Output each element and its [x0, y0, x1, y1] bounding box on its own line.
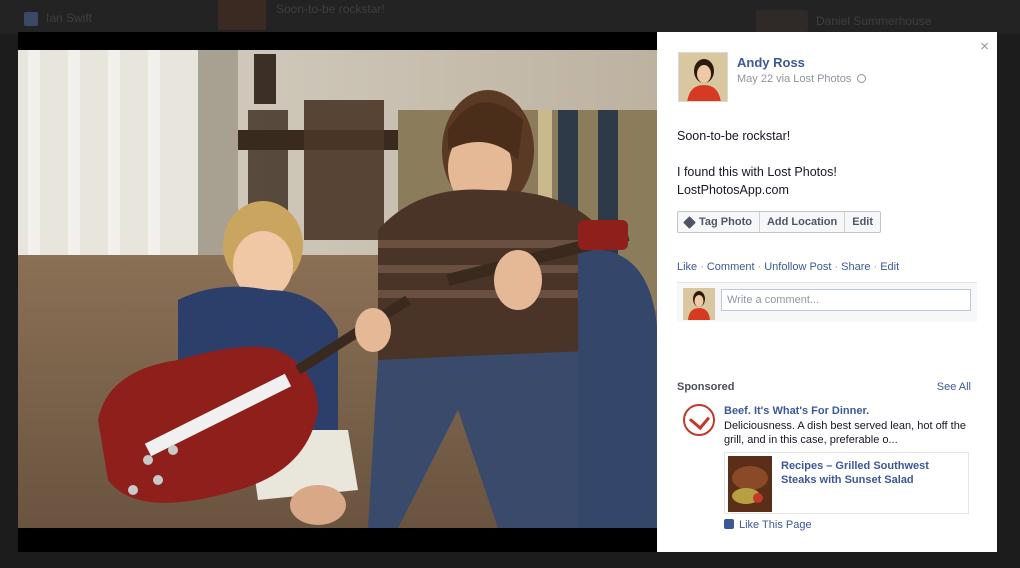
unfollow-post-link[interactable]: Unfollow Post	[764, 261, 831, 273]
photo-action-buttons: Tag Photo Add Location Edit	[677, 211, 882, 233]
tag-photo-button[interactable]: Tag Photo	[678, 212, 760, 232]
beef-logo-icon[interactable]	[683, 404, 715, 436]
comment-input[interactable]: Write a comment...	[721, 289, 971, 311]
add-location-button[interactable]: Add Location	[760, 212, 846, 232]
share-link[interactable]: Share	[841, 261, 870, 273]
background-right-name: Daniel Summerhouse	[816, 14, 932, 28]
edit-link[interactable]: Edit	[880, 261, 899, 273]
tag-photo-label: Tag Photo	[699, 216, 752, 228]
post-caption: Soon-to-be rockstar!	[677, 129, 791, 143]
steak-image	[728, 456, 772, 512]
comment-link[interactable]: Comment	[707, 261, 755, 273]
tag-icon	[683, 215, 696, 229]
commenter-avatar	[683, 288, 715, 320]
post-meta: May 22 via Lost Photos	[737, 73, 867, 85]
separator: ·	[757, 261, 762, 273]
photo-image	[18, 50, 658, 528]
ad-card-link[interactable]: Recipes – Grilled Southwest Steaks with …	[781, 459, 961, 487]
avatar-image	[679, 53, 727, 101]
background-thumbnail	[218, 0, 266, 30]
post-line-found: I found this with Lost Photos!	[677, 165, 837, 179]
comment-box: Write a comment...	[677, 282, 977, 322]
ad-card-image[interactable]	[728, 456, 772, 512]
see-all-link[interactable]: See All	[937, 381, 971, 393]
ad-card[interactable]: Recipes – Grilled Southwest Steaks with …	[724, 452, 969, 514]
background-feed-text: Soon-to-be rockstar!	[276, 2, 385, 16]
like-link[interactable]: Like	[677, 261, 697, 273]
separator: ·	[700, 261, 704, 273]
like-page-label: Like This Page	[739, 519, 812, 531]
post-line-url[interactable]: LostPhotosApp.com	[677, 181, 977, 199]
author-name-link[interactable]: Andy Ross	[737, 55, 805, 70]
thumbs-up-icon	[724, 519, 734, 529]
commenter-avatar-image	[683, 288, 715, 320]
separator: ·	[873, 261, 878, 273]
ad-body: Deliciousness. A dish best served lean, …	[724, 420, 966, 446]
main-photo[interactable]	[18, 50, 658, 528]
ad-title-link[interactable]: Beef. It's What's For Dinner.	[724, 405, 869, 417]
post-date-source[interactable]: May 22 via Lost Photos	[737, 73, 851, 85]
post-actions: Like · Comment · Unfollow Post · Share · Edit	[677, 261, 899, 273]
globe-icon[interactable]	[857, 74, 867, 83]
background-avatar	[756, 10, 808, 32]
photo-side-panel: × Andy Ross May 22 via Lost Photos Soon-…	[657, 32, 997, 552]
separator: ·	[834, 261, 839, 273]
background-nav-label: Ian Swift	[46, 11, 93, 25]
edit-button[interactable]: Edit	[845, 212, 880, 232]
close-icon[interactable]: ×	[980, 38, 989, 55]
author-avatar[interactable]	[678, 52, 728, 102]
post-text: Soon-to-be rockstar! I found this with L…	[677, 127, 977, 199]
sponsored-heading: Sponsored	[677, 381, 735, 393]
facebook-icon	[24, 12, 38, 26]
like-this-page-link[interactable]: Like This Page	[724, 519, 812, 531]
